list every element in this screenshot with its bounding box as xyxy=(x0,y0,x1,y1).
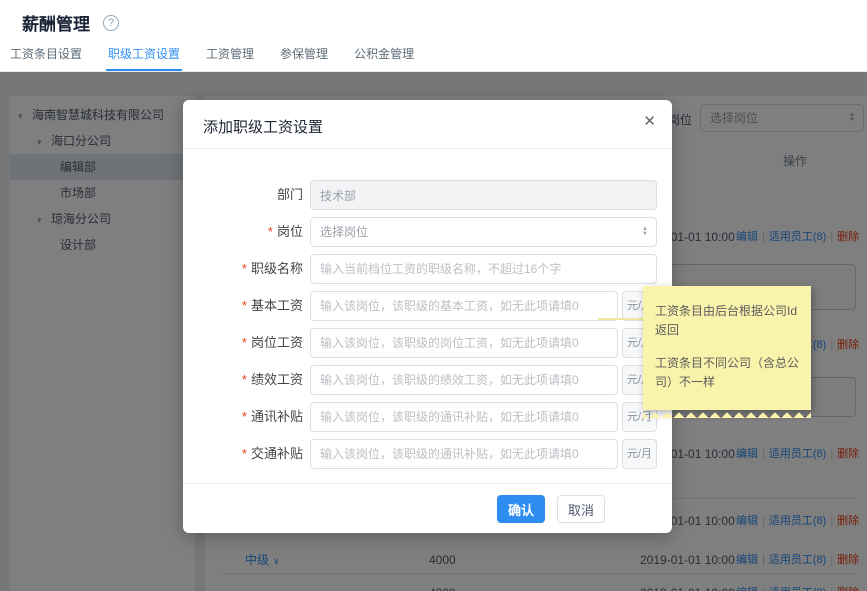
dialog-footer-divider xyxy=(183,483,672,484)
select-stepper-icon: ▲▼ xyxy=(642,227,648,237)
salary-management-page: 薪酬管理 ? 工资条目设置 职级工资设置 工资管理 参保管理 公积金管理 ▾海南… xyxy=(0,0,867,591)
field-label: 交通补贴 xyxy=(251,446,303,461)
cancel-button[interactable]: 取消 xyxy=(557,495,605,523)
field-label: 绩效工资 xyxy=(251,372,303,387)
tab-housing-fund-management[interactable]: 公积金管理 xyxy=(352,42,416,71)
performance-salary-input[interactable] xyxy=(310,365,618,395)
note-connector-line xyxy=(598,318,646,320)
required-marker: * xyxy=(242,298,247,313)
field-label: 部门 xyxy=(277,187,303,202)
page-title: 薪酬管理 xyxy=(22,10,90,35)
required-marker: * xyxy=(242,409,247,424)
base-salary-input[interactable] xyxy=(310,291,618,321)
unit-suffix: 元/月 xyxy=(622,439,657,469)
dialog-title-divider xyxy=(183,148,672,149)
form-field-performance-salary: *绩效工资 元/月 xyxy=(203,365,657,395)
level-name-input[interactable] xyxy=(310,254,657,284)
field-label: 岗位工资 xyxy=(251,335,303,350)
required-marker: * xyxy=(242,372,247,387)
tab-bar: 工资条目设置 职级工资设置 工资管理 参保管理 公积金管理 xyxy=(8,42,416,71)
required-marker: * xyxy=(268,224,273,239)
form-field-position: * 岗位 选择岗位 ▲▼ xyxy=(203,217,657,247)
communication-subsidy-input[interactable] xyxy=(310,402,618,432)
close-icon[interactable]: ✕ xyxy=(643,112,656,132)
form-field-level-name: * 职级名称 xyxy=(203,254,657,284)
position-salary-input[interactable] xyxy=(310,328,618,358)
note-text: 工资条目不同公司（含总公司）不一样 xyxy=(655,354,799,392)
help-icon[interactable]: ? xyxy=(103,15,119,31)
field-label: 岗位 xyxy=(277,224,303,239)
form-field-base-salary: *基本工资 元/月 xyxy=(203,291,657,321)
form-field-position-salary: *岗位工资 元/月 xyxy=(203,328,657,358)
tab-level-salary-settings[interactable]: 职级工资设置 xyxy=(106,42,182,71)
tab-salary-items[interactable]: 工资条目设置 xyxy=(8,42,84,71)
tab-insurance-management[interactable]: 参保管理 xyxy=(278,42,330,71)
page-header: 薪酬管理 ? 工资条目设置 职级工资设置 工资管理 参保管理 公积金管理 xyxy=(0,0,867,72)
form-field-communication-subsidy: *通讯补贴 元/月 xyxy=(203,402,657,432)
required-marker: * xyxy=(242,261,247,276)
field-label: 通讯补贴 xyxy=(251,409,303,424)
required-marker: * xyxy=(242,446,247,461)
position-select[interactable]: 选择岗位 ▲▼ xyxy=(310,217,657,247)
annotation-sticky-note: 工资条目由后台根据公司Id返回 工资条目不同公司（含总公司）不一样 xyxy=(643,286,811,410)
transport-subsidy-input[interactable] xyxy=(310,439,618,469)
form-field-department: 部门 xyxy=(203,180,657,210)
form-field-transport-subsidy: * 交通补贴 元/月 xyxy=(203,439,657,469)
dialog-title: 添加职级工资设置 xyxy=(203,116,323,137)
field-label: 职级名称 xyxy=(251,261,303,276)
department-input xyxy=(310,180,657,210)
add-level-salary-dialog: 添加职级工资设置 ✕ 部门 * 岗位 选择岗位 ▲▼ * 职级名称 * 基本工资 xyxy=(183,100,672,533)
confirm-button[interactable]: 确认 xyxy=(497,495,545,523)
note-text: 工资条目由后台根据公司Id返回 xyxy=(655,302,799,340)
field-label: 基本工资 xyxy=(251,298,303,313)
select-value: 选择岗位 xyxy=(320,225,368,239)
required-marker: * xyxy=(242,335,247,350)
tab-salary-management[interactable]: 工资管理 xyxy=(204,42,256,71)
